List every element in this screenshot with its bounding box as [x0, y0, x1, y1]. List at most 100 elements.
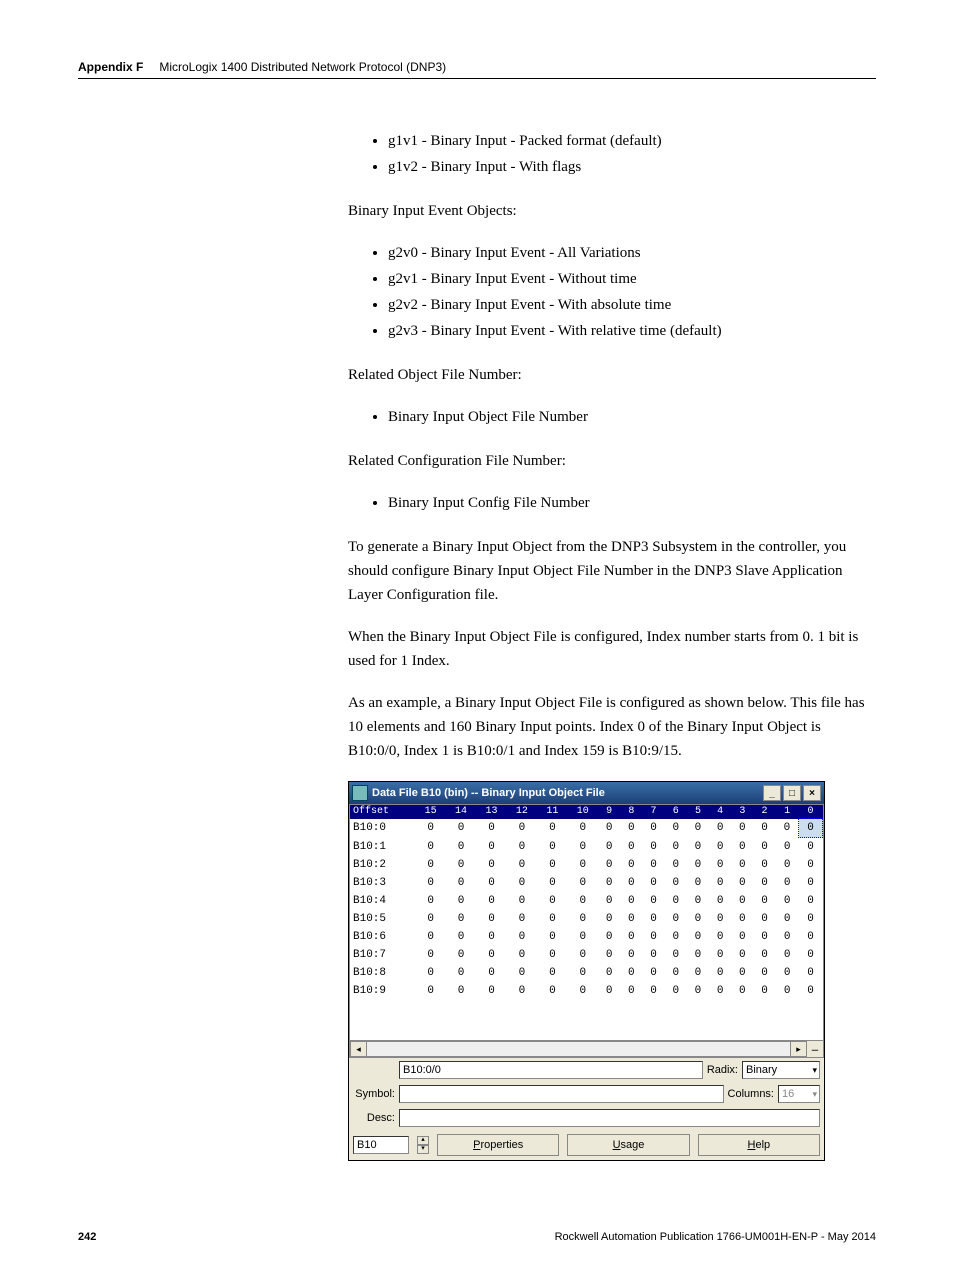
- scroll-left-icon[interactable]: ◂: [350, 1041, 367, 1057]
- bit-cell[interactable]: 0: [507, 819, 537, 838]
- bit-cell[interactable]: 0: [665, 892, 687, 910]
- bit-cell[interactable]: 0: [665, 874, 687, 892]
- bit-cell[interactable]: 0: [476, 982, 506, 1000]
- bit-cell[interactable]: 0: [709, 819, 731, 838]
- bit-cell[interactable]: 0: [537, 838, 567, 857]
- bit-cell[interactable]: 0: [799, 892, 823, 910]
- bit-cell[interactable]: 0: [620, 928, 642, 946]
- bit-cell[interactable]: 0: [446, 856, 476, 874]
- bit-cell[interactable]: 0: [642, 964, 664, 982]
- bit-cell[interactable]: 0: [753, 946, 775, 964]
- bit-cell[interactable]: 0: [568, 928, 598, 946]
- bit-cell[interactable]: 0: [415, 982, 445, 1000]
- bit-cell[interactable]: 0: [665, 928, 687, 946]
- bit-cell[interactable]: 0: [476, 874, 506, 892]
- bit-cell[interactable]: 0: [799, 819, 823, 838]
- bit-cell[interactable]: 0: [507, 874, 537, 892]
- bit-cell[interactable]: 0: [731, 928, 753, 946]
- bit-cell[interactable]: 0: [446, 928, 476, 946]
- bit-cell[interactable]: 0: [799, 856, 823, 874]
- bit-cell[interactable]: 0: [799, 982, 823, 1000]
- bit-cell[interactable]: 0: [476, 910, 506, 928]
- bit-cell[interactable]: 0: [753, 856, 775, 874]
- table-row[interactable]: B10:20000000000000000: [350, 856, 823, 874]
- bit-cell[interactable]: 0: [537, 892, 567, 910]
- bit-cell[interactable]: 0: [537, 928, 567, 946]
- bit-cell[interactable]: 0: [620, 910, 642, 928]
- bit-cell[interactable]: 0: [620, 819, 642, 838]
- bit-cell[interactable]: 0: [642, 874, 664, 892]
- bit-cell[interactable]: 0: [598, 982, 620, 1000]
- bit-cell[interactable]: 0: [799, 928, 823, 946]
- bit-cell[interactable]: 0: [709, 856, 731, 874]
- bit-cell[interactable]: 0: [620, 946, 642, 964]
- bit-cell[interactable]: 0: [507, 910, 537, 928]
- bit-cell[interactable]: 0: [568, 838, 598, 857]
- bit-cell[interactable]: 0: [476, 856, 506, 874]
- table-row[interactable]: B10:40000000000000000: [350, 892, 823, 910]
- bit-cell[interactable]: 0: [415, 946, 445, 964]
- bit-cell[interactable]: 0: [709, 946, 731, 964]
- bit-cell[interactable]: 0: [620, 982, 642, 1000]
- bit-cell[interactable]: 0: [642, 928, 664, 946]
- bit-cell[interactable]: 0: [731, 856, 753, 874]
- bit-cell[interactable]: 0: [687, 910, 709, 928]
- bit-cell[interactable]: 0: [537, 819, 567, 838]
- bit-cell[interactable]: 0: [568, 874, 598, 892]
- bit-cell[interactable]: 0: [446, 946, 476, 964]
- bit-cell[interactable]: 0: [753, 838, 775, 857]
- bit-cell[interactable]: 0: [665, 982, 687, 1000]
- bit-cell[interactable]: 0: [415, 874, 445, 892]
- bit-cell[interactable]: 0: [620, 838, 642, 857]
- bit-cell[interactable]: 0: [731, 982, 753, 1000]
- bit-cell[interactable]: 0: [687, 982, 709, 1000]
- bit-cell[interactable]: 0: [776, 838, 799, 857]
- bit-cell[interactable]: 0: [642, 982, 664, 1000]
- bit-cell[interactable]: 0: [446, 982, 476, 1000]
- bit-cell[interactable]: 0: [598, 892, 620, 910]
- bit-cell[interactable]: 0: [568, 964, 598, 982]
- titlebar[interactable]: Data File B10 (bin) -- Binary Input Obje…: [349, 782, 824, 804]
- bit-cell[interactable]: 0: [709, 910, 731, 928]
- bit-cell[interactable]: 0: [642, 946, 664, 964]
- bit-cell[interactable]: 0: [598, 856, 620, 874]
- properties-button[interactable]: Properties: [437, 1134, 559, 1156]
- bit-cell[interactable]: 0: [687, 892, 709, 910]
- file-field[interactable]: B10: [353, 1136, 409, 1154]
- bit-cell[interactable]: 0: [776, 874, 799, 892]
- bit-cell[interactable]: 0: [709, 892, 731, 910]
- bit-cell[interactable]: 0: [620, 874, 642, 892]
- bit-cell[interactable]: 0: [537, 964, 567, 982]
- bit-cell[interactable]: 0: [709, 874, 731, 892]
- bit-cell[interactable]: 0: [598, 838, 620, 857]
- scroll-right-icon[interactable]: ▸: [790, 1041, 807, 1057]
- bit-cell[interactable]: 0: [731, 964, 753, 982]
- bit-cell[interactable]: 0: [476, 819, 506, 838]
- bit-cell[interactable]: 0: [476, 964, 506, 982]
- bit-cell[interactable]: 0: [620, 964, 642, 982]
- table-row[interactable]: B10:30000000000000000: [350, 874, 823, 892]
- bit-cell[interactable]: 0: [598, 928, 620, 946]
- bit-cell[interactable]: 0: [568, 892, 598, 910]
- bit-cell[interactable]: 0: [731, 838, 753, 857]
- bit-cell[interactable]: 0: [709, 838, 731, 857]
- bit-cell[interactable]: 0: [446, 910, 476, 928]
- bit-cell[interactable]: 0: [776, 910, 799, 928]
- bit-cell[interactable]: 0: [709, 928, 731, 946]
- collapse-button[interactable]: –: [807, 1042, 823, 1057]
- bit-cell[interactable]: 0: [598, 964, 620, 982]
- bit-cell[interactable]: 0: [799, 874, 823, 892]
- bit-cell[interactable]: 0: [687, 964, 709, 982]
- bit-cell[interactable]: 0: [415, 928, 445, 946]
- bit-cell[interactable]: 0: [507, 892, 537, 910]
- bit-cell[interactable]: 0: [687, 946, 709, 964]
- bit-cell[interactable]: 0: [753, 892, 775, 910]
- bit-cell[interactable]: 0: [507, 856, 537, 874]
- maximize-button[interactable]: □: [783, 785, 801, 801]
- desc-field[interactable]: [399, 1109, 820, 1127]
- help-button[interactable]: Help: [698, 1134, 820, 1156]
- bit-cell[interactable]: 0: [568, 856, 598, 874]
- bit-cell[interactable]: 0: [687, 874, 709, 892]
- bit-cell[interactable]: 0: [598, 946, 620, 964]
- bit-cell[interactable]: 0: [476, 928, 506, 946]
